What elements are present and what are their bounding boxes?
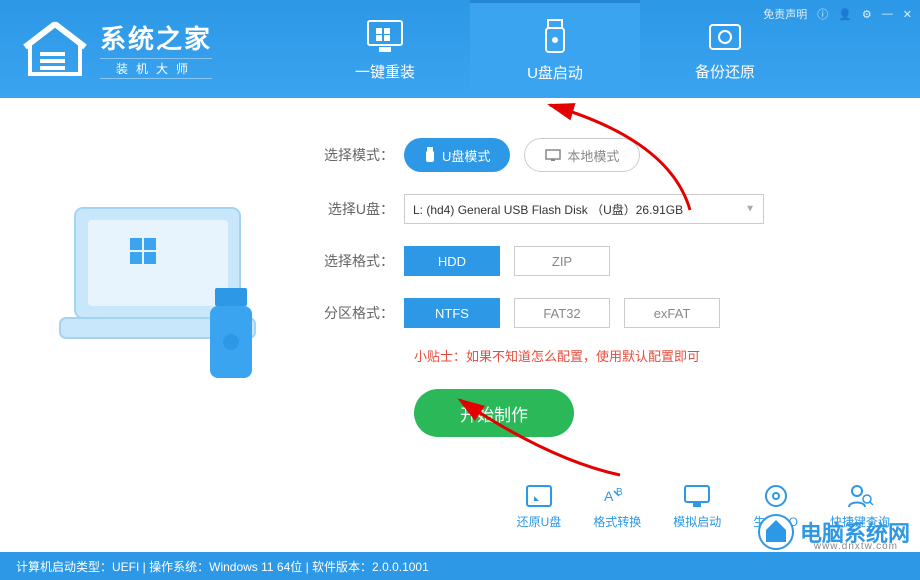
restore-icon <box>524 483 554 509</box>
monitor-icon <box>364 17 406 55</box>
partition-ntfs-button[interactable]: NTFS <box>404 298 500 328</box>
usb-select[interactable]: L: (hd4) General USB Flash Disk （U盘）26.9… <box>404 194 764 224</box>
laptop-illustration <box>30 178 310 437</box>
logo-area: 系统之家 装机大师 <box>0 0 300 98</box>
disclaimer-link[interactable]: 免责声明 <box>763 6 807 22</box>
status-bar: 计算机启动类型：UEFI | 操作系统：Windows 11 64位 | 软件版… <box>0 552 920 580</box>
monitor-icon <box>682 483 712 509</box>
partition-fat32-button[interactable]: FAT32 <box>514 298 610 328</box>
chevron-down-icon: ▼ <box>745 204 755 215</box>
form-area: 选择模式： U盘模式 本地模式 选择U盘： L: (hd4) General U… <box>310 138 890 437</box>
close-icon[interactable]: ✕ <box>903 8 912 21</box>
convert-icon: AB <box>602 483 632 509</box>
status-text: 计算机启动类型：UEFI | 操作系统：Windows 11 64位 | 软件版… <box>16 558 429 575</box>
mode-usb-button[interactable]: U盘模式 <box>404 138 510 172</box>
restore-usb-button[interactable]: 还原U盘 <box>517 483 562 530</box>
format-zip-button[interactable]: ZIP <box>514 246 610 276</box>
format-hdd-button[interactable]: HDD <box>404 246 500 276</box>
watermark-logo-icon <box>758 514 794 550</box>
format-convert-button[interactable]: AB 格式转换 <box>593 483 641 530</box>
partition-exfat-button[interactable]: exFAT <box>624 298 720 328</box>
app-header: 系统之家 装机大师 一键重装 U盘启动 备份还原 免责声明 ⓘ 👤 ⚙ — ✕ <box>0 0 920 98</box>
svg-text:A: A <box>604 488 614 504</box>
main-nav: 一键重装 U盘启动 备份还原 <box>300 0 810 98</box>
brand-subtitle: 装机大师 <box>100 58 212 79</box>
window-controls: 免责声明 ⓘ 👤 ⚙ — ✕ <box>763 6 912 22</box>
nav-reinstall[interactable]: 一键重装 <box>300 0 470 98</box>
start-button[interactable]: 开始制作 <box>414 389 574 437</box>
usb-small-icon <box>424 147 436 163</box>
disc-icon <box>761 483 791 509</box>
usb-select-label: 选择U盘： <box>320 199 404 219</box>
info-icon[interactable]: ⓘ <box>817 6 828 22</box>
brand-title: 系统之家 <box>100 19 212 56</box>
house-logo-icon <box>20 19 90 79</box>
mode-local-button[interactable]: 本地模式 <box>524 138 640 172</box>
minimize-icon[interactable]: — <box>882 8 893 20</box>
svg-text:B: B <box>616 487 623 498</box>
partition-label: 分区格式： <box>320 303 404 323</box>
settings-icon[interactable]: ⚙ <box>862 8 872 21</box>
usb-icon <box>534 18 576 56</box>
watermark: 电脑系统网 www.dnxtw.com <box>758 514 910 550</box>
camera-icon <box>704 17 746 55</box>
person-search-icon <box>845 483 875 509</box>
format-label: 选择格式： <box>320 251 404 271</box>
simulate-boot-button[interactable]: 模拟启动 <box>673 483 721 530</box>
mode-label: 选择模式： <box>320 145 404 165</box>
main-content: 选择模式： U盘模式 本地模式 选择U盘： L: (hd4) General U… <box>0 98 920 447</box>
nav-usb-boot[interactable]: U盘启动 <box>470 0 640 98</box>
monitor-small-icon <box>545 149 561 161</box>
tip-text: 小贴士：如果不知道怎么配置，使用默认配置即可 <box>414 346 890 365</box>
user-icon[interactable]: 👤 <box>838 8 852 21</box>
